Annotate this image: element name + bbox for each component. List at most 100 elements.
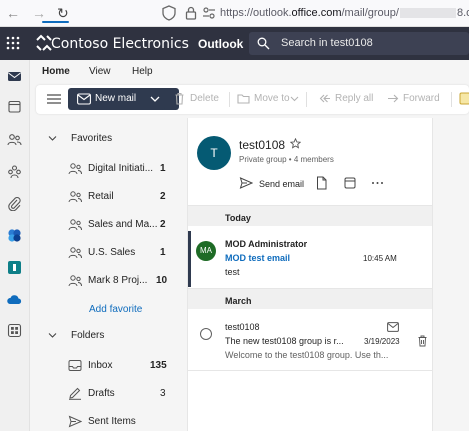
back-arrow-icon[interactable]: ←	[6, 4, 20, 22]
send-icon	[68, 415, 82, 428]
toolbar-divider	[229, 92, 230, 107]
favorite-item-mark-8-project[interactable]: Mark 8 Proj... 10	[68, 274, 168, 288]
message-time: 10:45 AM	[363, 254, 397, 263]
forward-icon[interactable]	[386, 92, 399, 105]
favorite-item-label: Retail	[88, 191, 114, 202]
permissions-icon[interactable]	[200, 4, 218, 22]
move-to-button[interactable]: Move to	[254, 93, 290, 105]
suite-header: Contoso Electronics Outlook Search in te…	[0, 27, 469, 60]
chevron-down-icon[interactable]	[290, 94, 299, 103]
search-icon	[257, 37, 270, 50]
new-mail-label: New mail	[95, 93, 137, 104]
unread-count: 10	[156, 275, 168, 286]
address-bar[interactable]: https://outlook.office.com/mail/group/8.…	[220, 6, 469, 20]
folder-item-label: Sent Items	[88, 416, 136, 427]
reply-all-button[interactable]: Reply all	[335, 93, 373, 105]
favorite-item-digital-initiatives[interactable]: Digital Initiati... 1	[68, 162, 168, 176]
onedrive-icon[interactable]	[7, 292, 22, 307]
folder-pane: Favorites Digital Initiati... 1 Retail 2…	[30, 118, 180, 431]
app-name[interactable]: Outlook	[198, 37, 243, 51]
mark-as-read-icon[interactable]	[387, 322, 399, 332]
people-icon[interactable]	[7, 132, 22, 147]
groups-icon[interactable]	[7, 164, 22, 179]
folder-item-inbox[interactable]: Inbox 135	[68, 359, 168, 373]
folders-section-header[interactable]: Folders	[48, 330, 148, 342]
reply-all-icon[interactable]	[318, 92, 331, 105]
active-tab-indicator	[42, 21, 69, 23]
files-icon[interactable]	[316, 176, 327, 190]
delete-icon[interactable]	[173, 92, 186, 105]
favorite-item-label: Sales and Ma...	[88, 219, 158, 230]
send-email-button[interactable]: Send email	[259, 179, 304, 190]
folder-item-drafts[interactable]: Drafts 3	[68, 387, 168, 401]
toolbar-divider	[306, 92, 307, 107]
move-to-icon[interactable]	[237, 92, 250, 105]
group-icon	[68, 219, 82, 231]
star-icon[interactable]	[290, 138, 301, 149]
lock-icon[interactable]	[182, 4, 200, 22]
message-preview: Welcome to the test0108 group. Use th...	[225, 350, 389, 360]
tab-help[interactable]: Help	[132, 66, 153, 78]
app-rail	[0, 60, 30, 431]
sender-avatar[interactable]: MA	[196, 241, 216, 261]
viva-engage-icon[interactable]	[7, 228, 22, 243]
forward-arrow-icon[interactable]: →	[32, 4, 46, 22]
new-mail-dropdown-button[interactable]	[145, 88, 165, 110]
group-name[interactable]: test0108	[239, 138, 285, 152]
message-sender[interactable]: test0108	[225, 322, 260, 333]
collapse-navigation-icon[interactable]	[47, 93, 61, 105]
favorites-section-header[interactable]: Favorites	[48, 133, 148, 145]
selected-message-indicator	[188, 231, 191, 287]
inbox-icon	[68, 360, 82, 371]
favorite-item-us-sales[interactable]: U.S. Sales 1	[68, 246, 168, 260]
folder-item-label: Drafts	[88, 388, 115, 399]
item-count: 3	[160, 388, 166, 399]
date-group-march: March	[225, 296, 252, 306]
send-email-icon[interactable]	[239, 176, 253, 190]
add-favorite-link[interactable]: Add favorite	[89, 304, 142, 316]
favorite-item-label: Digital Initiati...	[88, 163, 154, 174]
teams-app-icon[interactable]	[7, 260, 22, 275]
search-placeholder: Search in test0108	[281, 37, 373, 49]
message-subject[interactable]: MOD test email	[225, 253, 290, 264]
message-subject[interactable]: The new test0108 group is r...	[225, 336, 344, 347]
app-launcher-icon[interactable]	[5, 35, 21, 51]
favorite-item-sales-and-marketing[interactable]: Sales and Ma... 2	[68, 218, 168, 232]
calendar-icon[interactable]	[7, 99, 22, 114]
group-icon	[68, 247, 82, 259]
folders-label: Folders	[71, 330, 105, 341]
message-select-radio[interactable]	[200, 328, 212, 340]
more-apps-icon[interactable]	[7, 323, 22, 338]
favorite-item-label: U.S. Sales	[88, 247, 136, 258]
search-box[interactable]: Search in test0108	[249, 32, 469, 55]
folder-item-sent-items[interactable]: Sent Items	[68, 415, 168, 429]
forward-button[interactable]: Forward	[403, 93, 440, 105]
sticky-notes-icon[interactable]	[459, 92, 469, 105]
divider	[188, 370, 432, 371]
brand-name[interactable]: Contoso Electronics	[51, 36, 189, 52]
message-list-pane: T test0108 Private group • 4 members Sen…	[187, 118, 433, 431]
message-sender[interactable]: MOD Administrator	[225, 239, 307, 250]
delete-button[interactable]: Delete	[190, 93, 219, 105]
new-mail-icon	[77, 93, 91, 105]
group-icon	[68, 191, 82, 203]
browser-toolbar: ← → ↻ https://outlook.office.com/mail/gr…	[0, 0, 469, 27]
delete-icon[interactable]	[417, 335, 428, 347]
favorites-label: Favorites	[71, 133, 113, 144]
group-avatar[interactable]: T	[197, 136, 231, 170]
tab-view[interactable]: View	[89, 66, 111, 78]
shield-icon[interactable]	[160, 4, 178, 22]
tab-home[interactable]: Home	[42, 66, 70, 78]
toolbar-divider	[451, 92, 452, 107]
attachment-icon[interactable]	[7, 196, 22, 211]
drafts-icon	[69, 387, 81, 400]
reload-icon[interactable]: ↻	[57, 4, 69, 22]
mail-icon[interactable]	[7, 69, 22, 84]
unread-count: 1	[160, 163, 166, 174]
more-options-icon[interactable]	[371, 176, 384, 190]
favorite-item-retail[interactable]: Retail 2	[68, 190, 168, 204]
ribbon-toolbar: New mail Delete Move to Reply all Forwar…	[36, 85, 469, 114]
ribbon-tabs: Home View Help	[30, 60, 469, 84]
group-calendar-icon[interactable]	[344, 176, 356, 190]
unread-count: 135	[150, 360, 167, 371]
